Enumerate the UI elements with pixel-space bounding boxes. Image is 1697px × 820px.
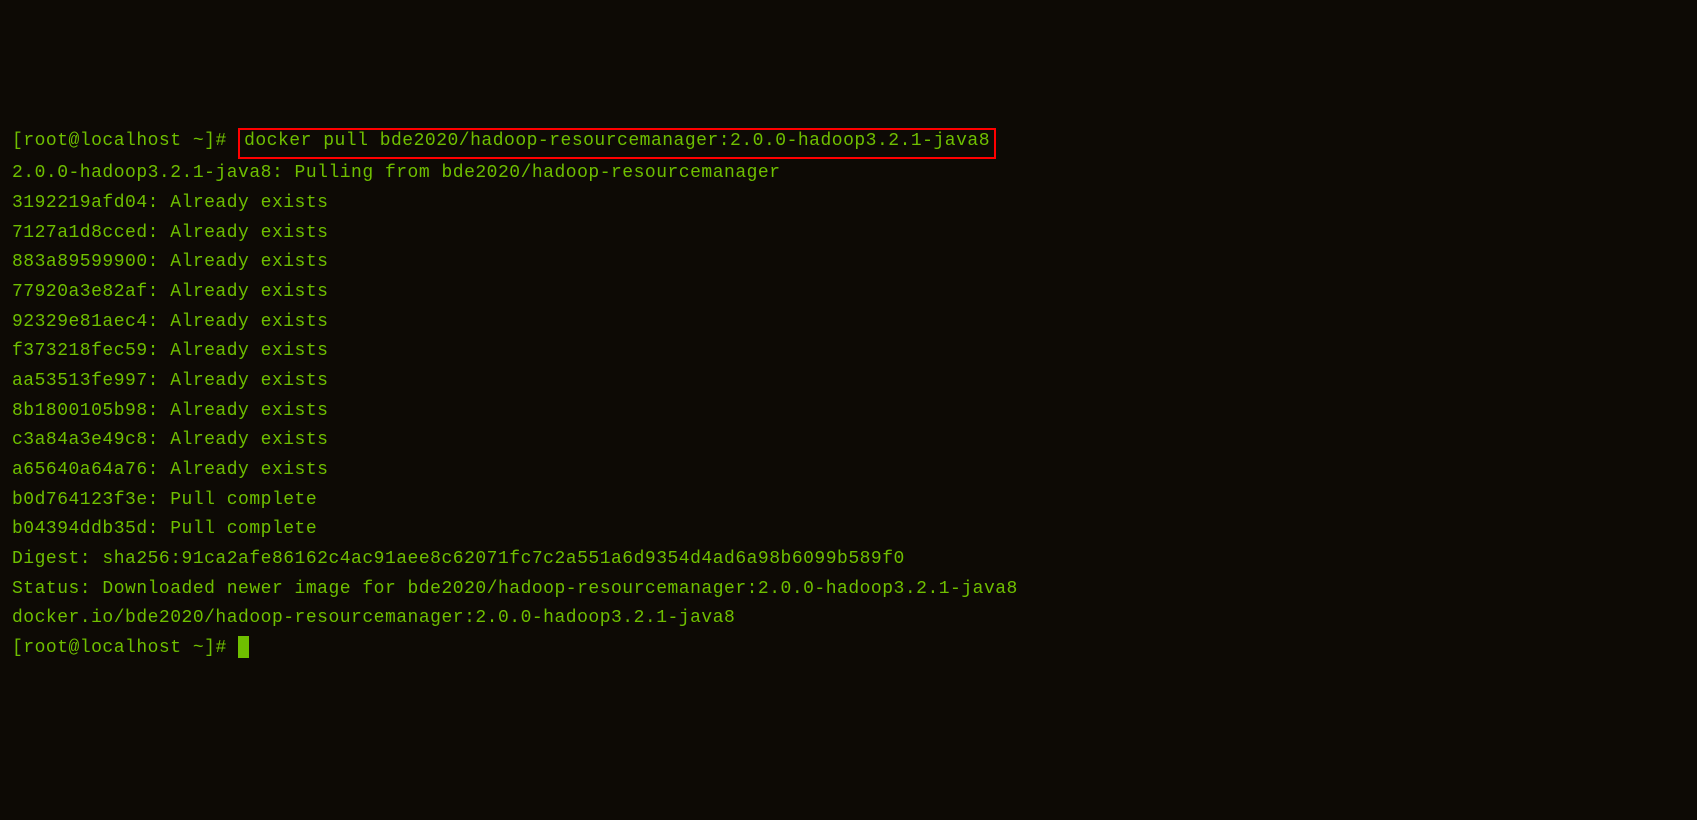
bracket-open: [ — [12, 638, 23, 658]
hash: # — [215, 638, 238, 658]
user-host: root@localhost — [23, 131, 181, 151]
prompt-line-1: [root@localhost ~]# docker pull bde2020/… — [12, 131, 996, 151]
hash: # — [215, 131, 238, 151]
output-line: 883a89599900: Already exists — [12, 252, 328, 272]
output-line: 8b1800105b98: Already exists — [12, 401, 328, 421]
output-line: b0d764123f3e: Pull complete — [12, 490, 317, 510]
output-line: c3a84a3e49c8: Already exists — [12, 430, 328, 450]
output-line: 2.0.0-hadoop3.2.1-java8: Pulling from bd… — [12, 163, 781, 183]
cursor-icon — [238, 636, 249, 658]
bracket-close: ] — [204, 131, 215, 151]
output-line: a65640a64a76: Already exists — [12, 460, 328, 480]
output-line: 3192219afd04: Already exists — [12, 193, 328, 213]
prompt-line-2: [root@localhost ~]# — [12, 638, 249, 658]
output-line: 92329e81aec4: Already exists — [12, 312, 328, 332]
output-line: 7127a1d8cced: Already exists — [12, 223, 328, 243]
user-host: root@localhost — [23, 638, 181, 658]
bracket-open: [ — [12, 131, 23, 151]
bracket-close: ] — [204, 638, 215, 658]
terminal-output[interactable]: [root@localhost ~]# docker pull bde2020/… — [12, 127, 1685, 664]
command-text: docker pull bde2020/hadoop-resourcemanag… — [244, 131, 990, 151]
output-line: Status: Downloaded newer image for bde20… — [12, 579, 1018, 599]
path: ~ — [182, 131, 205, 151]
command-highlight-box: docker pull bde2020/hadoop-resourcemanag… — [238, 128, 996, 159]
output-line: docker.io/bde2020/hadoop-resourcemanager… — [12, 608, 735, 628]
output-line: 77920a3e82af: Already exists — [12, 282, 328, 302]
output-line: Digest: sha256:91ca2afe86162c4ac91aee8c6… — [12, 549, 905, 569]
output-line: f373218fec59: Already exists — [12, 341, 328, 361]
output-line: aa53513fe997: Already exists — [12, 371, 328, 391]
output-line: b04394ddb35d: Pull complete — [12, 519, 317, 539]
path: ~ — [182, 638, 205, 658]
